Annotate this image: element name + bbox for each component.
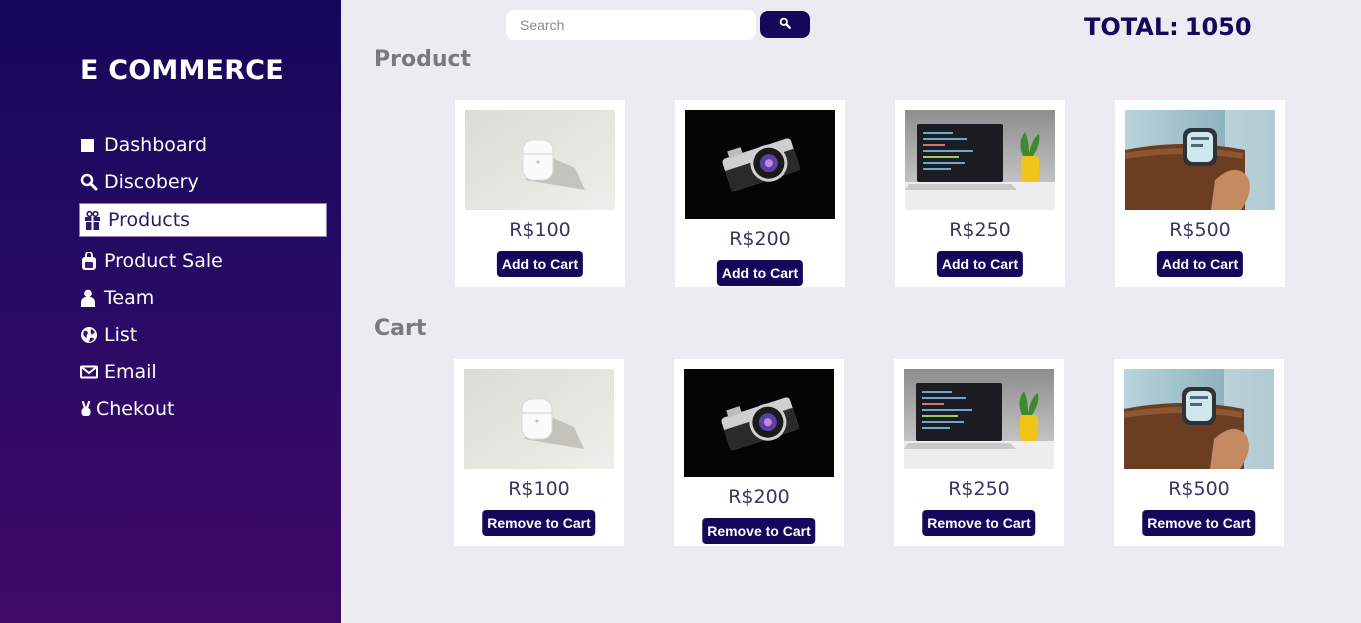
product-price: R$100: [509, 219, 571, 241]
add-to-cart-button[interactable]: Add to Cart: [936, 251, 1024, 277]
sidebar-item-discobery[interactable]: Discobery: [79, 165, 327, 199]
remove-from-cart-button[interactable]: Remove to Cart: [922, 510, 1036, 536]
add-to-cart-button[interactable]: Add to Cart: [496, 251, 584, 277]
cart-card-laptop: R$250 Remove to Cart: [894, 359, 1064, 546]
add-to-cart-button[interactable]: Add to Cart: [1156, 251, 1244, 277]
sidebar-item-product-sale[interactable]: Product Sale: [79, 244, 327, 278]
product-section-title: Product: [374, 47, 472, 72]
product-price: R$250: [949, 219, 1011, 241]
total-label: TOTAL:: [1084, 13, 1179, 41]
person-icon: [80, 289, 100, 307]
sidebar-item-label: Discobery: [104, 171, 199, 193]
camera-image: [685, 110, 835, 219]
remove-from-cart-button[interactable]: Remove to Cart: [482, 510, 596, 536]
cart-card-airpods: R$100 Remove to Cart: [454, 359, 624, 546]
gift-icon: [84, 210, 104, 230]
square-icon: [80, 138, 100, 153]
add-to-cart-button[interactable]: Add to Cart: [716, 260, 804, 286]
laptop-image: [905, 110, 1055, 210]
cart-total: TOTAL: 1050: [1084, 13, 1252, 41]
product-card-airpods: R$100 Add to Cart: [455, 100, 625, 287]
sidebar-item-team[interactable]: Team: [79, 281, 327, 315]
airpods-image: [465, 110, 615, 210]
cart-card-camera: R$200 Remove to Cart: [674, 359, 844, 546]
bag-icon: [80, 251, 100, 271]
sidebar-item-label: Chekout: [96, 398, 175, 420]
cart-price: R$100: [508, 478, 570, 500]
sidebar-item-label: Product Sale: [104, 250, 223, 272]
cart-section-title: Cart: [374, 316, 427, 341]
smartwatch-image: [1124, 369, 1274, 469]
product-price: R$200: [729, 228, 791, 250]
smartwatch-image: [1125, 110, 1275, 210]
search-button[interactable]: [760, 11, 810, 38]
product-card-laptop: R$250 Add to Cart: [895, 100, 1065, 287]
cart-price: R$200: [728, 486, 790, 508]
sidebar-item-label: Products: [108, 209, 191, 231]
globe-icon: [80, 326, 100, 344]
sidebar-nav: Dashboard Discobery Products Product Sal…: [79, 128, 327, 429]
brand-title: E COMMERCE: [80, 55, 284, 86]
sidebar-item-label: List: [104, 324, 138, 346]
product-card-smartwatch: R$500 Add to Cart: [1115, 100, 1285, 287]
mail-icon: [80, 365, 100, 379]
sidebar-item-dashboard[interactable]: Dashboard: [79, 128, 327, 162]
sidebar-item-email[interactable]: Email: [79, 355, 327, 389]
sidebar-item-label: Email: [104, 361, 157, 383]
product-card-camera: R$200 Add to Cart: [675, 100, 845, 287]
total-value: 1050: [1184, 13, 1252, 41]
cart-price: R$250: [948, 478, 1010, 500]
cart-card-smartwatch: R$500 Remove to Cart: [1114, 359, 1284, 546]
laptop-image: [904, 369, 1054, 469]
cart-price: R$500: [1168, 478, 1230, 500]
sidebar-item-label: Team: [104, 287, 155, 309]
product-price: R$500: [1169, 219, 1231, 241]
sidebar-item-list[interactable]: List: [79, 318, 327, 352]
sidebar-item-label: Dashboard: [104, 134, 208, 156]
remove-from-cart-button[interactable]: Remove to Cart: [702, 518, 816, 544]
search-icon: [80, 173, 100, 191]
sidebar-item-chekout[interactable]: Chekout: [79, 392, 327, 426]
remove-from-cart-button[interactable]: Remove to Cart: [1142, 510, 1256, 536]
sidebar: E COMMERCE Dashboard Discobery Products …: [0, 0, 341, 623]
sidebar-item-products[interactable]: Products: [79, 203, 327, 237]
victory-hand-icon: [80, 401, 94, 417]
search-input[interactable]: [506, 10, 756, 40]
search-icon: [779, 16, 791, 34]
airpods-image: [464, 369, 614, 469]
camera-image: [684, 369, 834, 477]
